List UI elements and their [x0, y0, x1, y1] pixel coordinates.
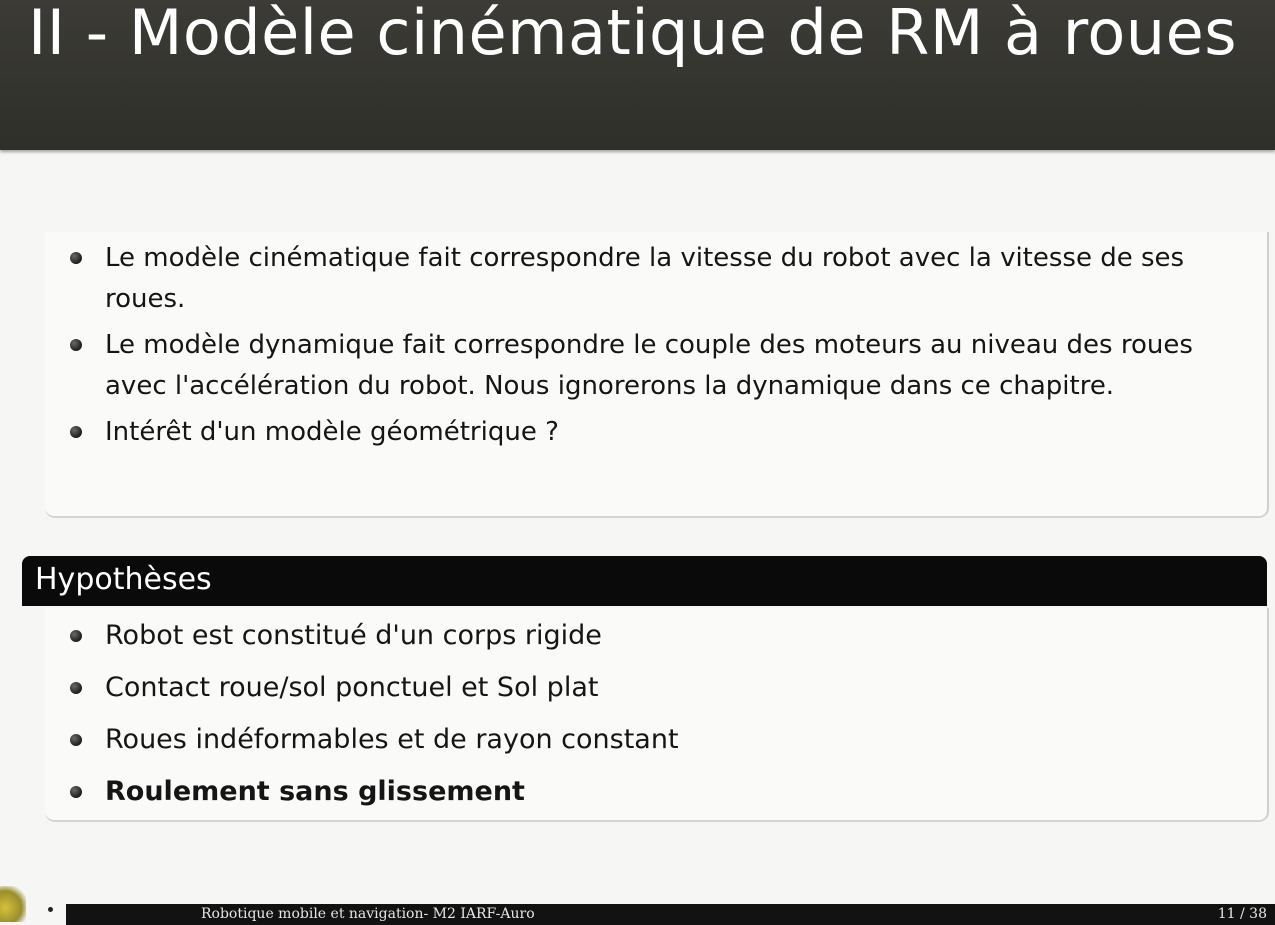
bullet-icon: [70, 252, 82, 264]
bullet-icon: [70, 426, 82, 438]
hypotheses-header: Hypothèses: [22, 556, 1267, 606]
nav-dot-icon: [48, 907, 53, 912]
list-item: Roues indéformables et de rayon constant: [45, 720, 1255, 760]
bullet-icon: [70, 734, 82, 746]
bullet-icon: [70, 786, 82, 798]
bullet-icon: [70, 630, 82, 642]
list-item-text: Intérêt d'un modèle géométrique ?: [105, 417, 559, 447]
list-item: Robot est constitué d'un corps rigide: [45, 616, 1255, 656]
footer-bar: Robotique mobile et navigation- M2 IARF-…: [66, 904, 1275, 925]
hypotheses-list: Robot est constitué d'un corps rigide Co…: [45, 616, 1255, 824]
list-item-text: Contact roue/sol ponctuel et Sol plat: [105, 672, 599, 703]
list-item: Le modèle cinématique fait correspondre …: [45, 238, 1255, 320]
list-item: Le modèle dynamique fait correspondre le…: [45, 325, 1255, 407]
list-item-text: Le modèle cinématique fait correspondre …: [105, 243, 1185, 314]
intro-list: Le modèle cinématique fait correspondre …: [45, 238, 1255, 458]
slide-title: II - Modèle cinématique de RM à roues: [28, 0, 1238, 69]
list-item: Roulement sans glissement: [45, 772, 1255, 812]
list-item: Intérêt d'un modèle géométrique ?: [45, 412, 1255, 453]
bullet-icon: [70, 339, 82, 351]
list-item-text: Roulement sans glissement: [105, 776, 525, 807]
footer-title: Robotique mobile et navigation- M2 IARF-…: [201, 906, 535, 922]
hypotheses-title: Hypothèses: [35, 562, 212, 597]
title-bar: II - Modèle cinématique de RM à roues: [0, 0, 1275, 150]
logo-icon: [0, 886, 26, 922]
bullet-icon: [70, 682, 82, 694]
page-number: 11 / 38: [1217, 906, 1267, 922]
list-item-text: Roues indéformables et de rayon constant: [105, 724, 679, 755]
list-item-text: Le modèle dynamique fait correspondre le…: [105, 330, 1193, 401]
list-item: Contact roue/sol ponctuel et Sol plat: [45, 668, 1255, 708]
list-item-text: Robot est constitué d'un corps rigide: [105, 620, 602, 651]
